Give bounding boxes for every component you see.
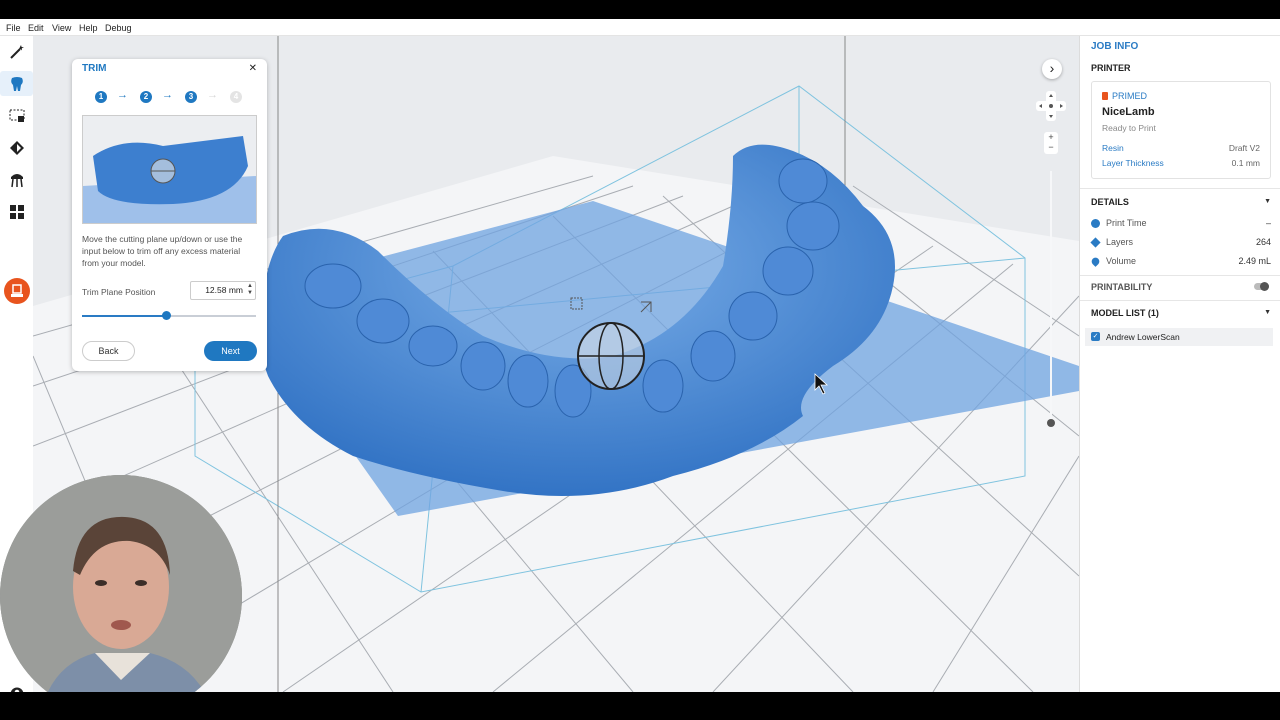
zoom-control[interactable]: + − <box>1044 132 1058 154</box>
slider-thumb[interactable] <box>161 311 171 320</box>
trim-position-value: 12.58 mm <box>205 285 243 295</box>
trim-position-input[interactable]: 12.58 mm ▲ ▼ <box>190 281 256 300</box>
layer-thickness-value: 0.1 mm <box>1231 158 1260 168</box>
slider-track <box>1050 171 1052 421</box>
supports-icon[interactable] <box>4 167 29 192</box>
resin-value: Draft V2 <box>1228 143 1260 153</box>
printer-status-icon <box>1102 92 1108 100</box>
trim-preview-image <box>82 115 257 224</box>
arrow-right-icon: → <box>117 89 128 101</box>
printer-status: PRIMED <box>1112 91 1148 101</box>
menu-bar: File Edit View Help Debug <box>0 19 1280 36</box>
magic-wand-icon[interactable] <box>4 39 29 64</box>
resin-label: Resin <box>1102 143 1124 153</box>
close-icon[interactable]: ✕ <box>249 63 257 74</box>
trim-position-label: Trim Plane Position <box>82 287 156 297</box>
stepper-icon[interactable]: ▲ ▼ <box>247 283 253 297</box>
trim-title: TRIM <box>82 63 107 74</box>
step-1: 1 <box>95 91 107 103</box>
print-time-label: Print Time <box>1106 218 1147 228</box>
arrow-right-icon: → <box>162 89 173 101</box>
select-box-icon[interactable] <box>4 103 29 128</box>
trim-slider[interactable] <box>82 311 256 321</box>
expand-panel-button[interactable]: › <box>1042 59 1062 79</box>
slider-fill <box>82 315 166 317</box>
layers-value: 264 <box>1255 237 1271 247</box>
layers-label: Layers <box>1106 237 1134 247</box>
print-icon[interactable] <box>4 278 30 304</box>
job-info-title: JOB INFO <box>1091 41 1139 52</box>
model-list-heading: MODEL LIST (1) <box>1091 308 1159 318</box>
printer-heading: PRINTER <box>1091 63 1131 73</box>
trim-instruction: Move the cutting plane up/down or use th… <box>82 234 243 268</box>
droplet-icon <box>1090 256 1101 267</box>
layer-thickness-label: Layer Thickness <box>1102 158 1164 168</box>
details-heading: DETAILS <box>1091 197 1129 207</box>
arrow-right-icon: → <box>207 89 218 101</box>
layout-icon[interactable] <box>4 199 29 224</box>
volume-value: 2.49 mL <box>1238 256 1271 266</box>
printability-toggle[interactable] <box>1254 282 1269 291</box>
slider-thumb[interactable] <box>1047 419 1055 427</box>
print-time-value: – <box>1265 218 1271 228</box>
layers-icon <box>1090 237 1101 248</box>
model-list-item[interactable]: ✓ Andrew LowerScan <box>1085 328 1273 346</box>
next-button[interactable]: Next <box>204 341 257 361</box>
trim-panel: TRIM ✕ 1 → 2 → 3 → 4 Move the cutting pl… <box>72 59 267 371</box>
print-time-row: Print Time – <box>1091 218 1271 232</box>
step-2: 2 <box>140 91 152 103</box>
back-button[interactable]: Back <box>82 341 135 361</box>
menu-help[interactable]: Help <box>79 23 98 33</box>
printer-card[interactable]: PRIMED NiceLamb Ready to Print Resin Dra… <box>1091 81 1271 179</box>
step-4: 4 <box>230 91 242 103</box>
printability-heading: PRINTABILITY <box>1091 282 1153 292</box>
tooth-icon[interactable] <box>0 71 33 96</box>
menu-file[interactable]: File <box>6 23 21 33</box>
job-info-panel: JOB INFO PRINTER PRIMED NiceLamb Ready t… <box>1079 36 1280 692</box>
menu-debug[interactable]: Debug <box>105 23 132 33</box>
divider <box>1080 300 1280 301</box>
printer-state: Ready to Print <box>1102 123 1156 133</box>
pan-control[interactable] <box>1036 91 1066 121</box>
divider <box>1080 275 1280 276</box>
layers-row: Layers 264 <box>1090 237 1271 251</box>
toggle-knob <box>1260 282 1269 291</box>
step-3: 3 <box>185 91 197 103</box>
menu-edit[interactable]: Edit <box>28 23 44 33</box>
menu-view[interactable]: View <box>52 23 71 33</box>
step-indicator: 1 → 2 → 3 → 4 <box>95 89 245 103</box>
chevron-down-icon[interactable]: ▼ <box>1264 309 1271 316</box>
printer-name: NiceLamb <box>1102 106 1155 118</box>
account-icon[interactable] <box>4 681 29 692</box>
volume-label: Volume <box>1106 256 1137 266</box>
preform-window: File Edit View Help Debug TRIM ✕ 1 → 2 →… <box>0 19 1280 692</box>
chevron-down-icon[interactable]: ▼ <box>1264 198 1271 205</box>
zoom-out-icon[interactable]: − <box>1048 142 1053 152</box>
chevron-right-icon: › <box>1049 60 1055 76</box>
divider <box>1080 188 1280 189</box>
zoom-in-icon[interactable]: + <box>1048 132 1053 142</box>
checkbox-checked-icon[interactable]: ✓ <box>1091 332 1100 341</box>
model-name: Andrew LowerScan <box>1106 332 1180 342</box>
volume-row: Volume 2.49 mL <box>1090 256 1271 270</box>
orient-icon[interactable] <box>4 135 29 160</box>
clock-icon <box>1091 219 1100 228</box>
